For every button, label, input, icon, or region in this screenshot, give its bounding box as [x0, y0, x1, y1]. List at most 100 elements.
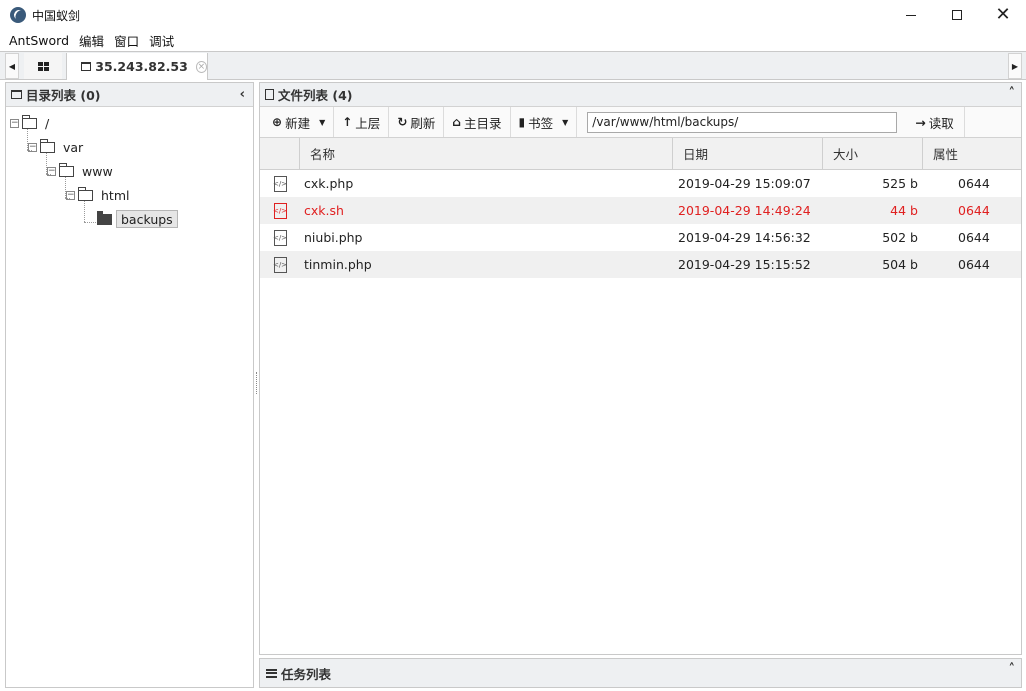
column-icon — [260, 138, 300, 169]
maximize-icon — [952, 10, 962, 20]
folder-icon — [78, 186, 93, 201]
folder-icon — [22, 114, 37, 129]
task-panel-header[interactable]: 任务列表 ˄ — [259, 658, 1022, 688]
arrow-right-icon: → — [915, 114, 926, 130]
list-icon — [266, 668, 277, 678]
file-date: 2019-04-29 15:09:07 — [678, 176, 811, 191]
collapse-toggle-icon[interactable]: − — [10, 118, 19, 128]
code-file-icon: </> — [273, 175, 287, 192]
file-panel-header: 文件列表 (4) ˄ — [260, 83, 1021, 107]
tab-home[interactable] — [24, 53, 62, 79]
menu-edit[interactable]: 编辑 — [74, 31, 109, 50]
directory-tree: − / − var − www − html backups — [6, 107, 253, 687]
path-input[interactable] — [587, 111, 898, 133]
bookmarks-label: 书签 — [528, 115, 554, 131]
file-size: 525 b — [882, 176, 918, 191]
tree-item-root[interactable]: − / — [10, 113, 49, 133]
file-perm: 0644 — [958, 230, 990, 245]
new-label: 新建 — [285, 115, 311, 131]
file-size: 504 b — [882, 257, 918, 272]
grid-icon — [37, 61, 49, 71]
file-toolbar: ⊕ 新建 ▼ ↑ 上层 ↻ 刷新 ⌂ 主目录 ▮ 书签 ▼ → 读取 — [260, 107, 1021, 138]
task-panel-title: 任务列表 — [281, 666, 332, 682]
column-name[interactable]: 名称 — [300, 138, 673, 169]
column-size[interactable]: 大小 — [823, 138, 923, 169]
table-row[interactable]: </> cxk.sh 2019-04-29 14:49:24 44 b 0644 — [260, 197, 1021, 224]
file-name: niubi.php — [304, 230, 363, 245]
file-panel-title: 文件列表 (4) — [278, 88, 353, 103]
close-button[interactable]: ✕ — [980, 0, 1026, 30]
caret-left-icon: ◀ — [8, 61, 16, 71]
file-grid-header: 名称 日期 大小 属性 — [260, 138, 1021, 170]
file-perm: 0644 — [958, 176, 990, 191]
plus-circle-icon: ⊕ — [272, 115, 283, 129]
minimize-button[interactable] — [888, 0, 934, 30]
folder-icon — [40, 138, 55, 153]
maximize-button[interactable] — [934, 0, 980, 30]
table-row[interactable]: </> cxk.php 2019-04-29 15:09:07 525 b 06… — [260, 170, 1021, 197]
expand-up-icon[interactable]: ˄ — [1009, 662, 1016, 677]
file-date: 2019-04-29 14:56:32 — [678, 230, 811, 245]
bookmark-icon: ▮ — [518, 115, 526, 129]
directory-panel-header: 目录列表 (0) ‹ — [6, 83, 253, 107]
menu-bar: AntSword 编辑 窗口 调试 — [0, 30, 1026, 51]
folder-icon — [11, 90, 22, 99]
caret-down-icon: ▼ — [319, 117, 326, 127]
file-icon — [265, 89, 274, 100]
file-date: 2019-04-29 15:15:52 — [678, 257, 811, 272]
file-size: 502 b — [882, 230, 918, 245]
collapse-toggle-icon[interactable]: − — [66, 190, 75, 200]
refresh-button[interactable]: ↻ 刷新 — [389, 107, 445, 137]
folder-open-icon — [97, 210, 112, 225]
tab-shell-session[interactable]: 35.243.82.53 × — [66, 53, 208, 80]
collapse-left-icon[interactable]: ‹ — [240, 87, 245, 102]
tree-item-html[interactable]: − html — [66, 185, 129, 205]
file-date: 2019-04-29 14:49:24 — [678, 203, 811, 218]
read-label: 读取 — [928, 115, 954, 131]
read-button[interactable]: → 读取 — [905, 107, 965, 137]
file-perm: 0644 — [958, 203, 990, 218]
up-level-button[interactable]: ↑ 上层 — [334, 107, 390, 137]
collapse-toggle-icon[interactable]: − — [28, 142, 37, 152]
home-icon: ⌂ — [452, 115, 461, 129]
tree-item-label: www — [82, 163, 113, 179]
collapse-up-icon[interactable]: ˄ — [1009, 86, 1016, 101]
column-date[interactable]: 日期 — [673, 138, 823, 169]
tab-close-icon[interactable]: × — [195, 60, 207, 73]
tree-item-var[interactable]: − var — [28, 137, 83, 157]
column-perm[interactable]: 属性 — [923, 138, 1021, 169]
file-name: tinmin.php — [304, 257, 372, 272]
tree-item-www[interactable]: − www — [47, 161, 113, 181]
collapse-toggle-icon[interactable]: − — [47, 166, 56, 176]
antsword-logo-icon — [10, 7, 26, 23]
close-icon: ✕ — [995, 4, 1011, 25]
tab-scroll-right-button[interactable]: ▶ — [1008, 53, 1022, 79]
menu-antsword[interactable]: AntSword — [4, 33, 74, 48]
folder-icon — [81, 62, 92, 71]
title-bar: 中国蚁剑 ✕ — [0, 0, 1026, 30]
window-title: 中国蚁剑 — [32, 8, 81, 23]
tab-scroll-left-button[interactable]: ◀ — [5, 53, 19, 79]
tree-item-label: backups — [116, 210, 178, 228]
table-row[interactable]: </> tinmin.php 2019-04-29 15:15:52 504 b… — [260, 251, 1021, 278]
tree-item-label: html — [101, 187, 130, 203]
file-name: cxk.php — [304, 176, 354, 191]
file-name: cxk.sh — [304, 203, 344, 218]
panel-splitter[interactable] — [255, 82, 258, 688]
window-controls: ✕ — [888, 0, 1026, 30]
file-panel: 文件列表 (4) ˄ ⊕ 新建 ▼ ↑ 上层 ↻ 刷新 ⌂ 主目录 ▮ 书签 ▼… — [259, 82, 1022, 655]
directory-panel-title: 目录列表 (0) — [26, 88, 101, 103]
caret-down-icon: ▼ — [562, 117, 569, 127]
table-row[interactable]: </> niubi.php 2019-04-29 14:56:32 502 b … — [260, 224, 1021, 251]
home-label: 主目录 — [463, 115, 502, 131]
menu-debug[interactable]: 调试 — [144, 31, 179, 50]
code-file-icon: </> — [273, 202, 287, 219]
code-file-icon: </> — [273, 229, 287, 246]
home-dir-button[interactable]: ⌂ 主目录 — [444, 107, 511, 137]
tree-item-backups[interactable]: backups — [97, 209, 178, 229]
menu-window[interactable]: 窗口 — [109, 31, 144, 50]
code-file-icon: </> — [273, 256, 287, 273]
file-perm: 0644 — [958, 257, 990, 272]
bookmarks-button[interactable]: ▮ 书签 ▼ — [511, 107, 578, 137]
new-button[interactable]: ⊕ 新建 ▼ — [264, 107, 335, 137]
